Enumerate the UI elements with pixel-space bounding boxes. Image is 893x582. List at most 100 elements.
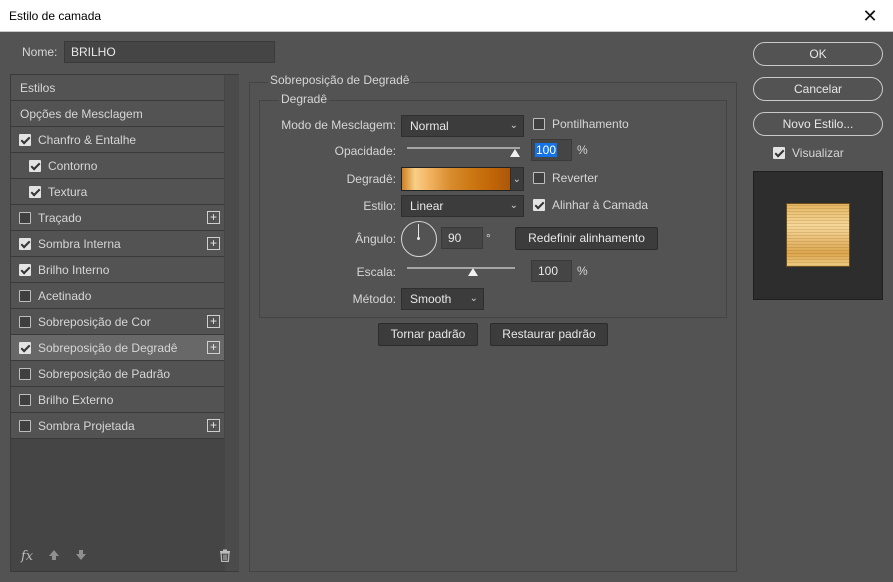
sidebar-item-contorno[interactable]: Contorno — [11, 153, 224, 179]
window-title: Estilo de camada — [9, 9, 102, 23]
add-effect-plus-icon[interactable]: + — [207, 315, 220, 328]
sidebar-item-textura[interactable]: Textura — [11, 179, 224, 205]
sidebar-item-brilho-externo[interactable]: Brilho Externo — [11, 387, 224, 413]
preview-checkbox[interactable] — [773, 147, 785, 159]
gradient-swatch[interactable] — [401, 167, 511, 191]
sidebar-item-estilos[interactable]: Estilos — [11, 75, 224, 101]
reset-default-button[interactable]: Restaurar padrão — [490, 323, 608, 346]
close-icon[interactable]: ✕ — [847, 0, 893, 32]
sidebar-item-label: Contorno — [48, 159, 98, 173]
angle-unit: ° — [486, 231, 491, 245]
section-title: Sobreposição de Degradê — [268, 73, 412, 87]
method-label: Método: — [352, 292, 396, 306]
dither-label: Pontilhamento — [552, 117, 629, 131]
sidebar-item-checkbox[interactable] — [19, 290, 31, 302]
reset-alignment-button[interactable]: Redefinir alinhamento — [515, 227, 658, 250]
blend-mode-value: Normal — [410, 119, 449, 133]
dither-checkbox[interactable] — [533, 118, 545, 130]
scale-slider-track[interactable] — [407, 267, 515, 269]
add-effect-plus-icon[interactable]: + — [207, 211, 220, 224]
sidebar-item-label: Traçado — [38, 211, 82, 225]
chevron-down-icon: ⌄ — [512, 174, 521, 185]
sidebar-item-sobreposição-de-cor[interactable]: Sobreposição de Cor + — [11, 309, 224, 335]
trash-icon[interactable] — [219, 549, 231, 565]
angle-dial[interactable] — [401, 221, 437, 257]
scale-slider-thumb[interactable] — [468, 268, 478, 276]
opacity-unit: % — [577, 143, 588, 157]
chevron-down-icon: ⌄ — [509, 200, 518, 211]
sidebar-item-acetinado[interactable]: Acetinado — [11, 283, 224, 309]
sidebar-item-label: Sobreposição de Degradê — [38, 341, 178, 355]
sidebar-item-label: Brilho Interno — [38, 263, 110, 277]
gradient-picker-dropdown[interactable]: ⌄ — [510, 167, 524, 191]
sidebar-item-label: Acetinado — [38, 289, 92, 303]
make-default-button[interactable]: Tornar padrão — [378, 323, 478, 346]
sidebar-item-label: Sombra Projetada — [38, 419, 135, 433]
preview-swatch — [786, 203, 850, 267]
sidebar-item-checkbox[interactable] — [29, 186, 41, 198]
sidebar-item-checkbox[interactable] — [19, 212, 31, 224]
sidebar-item-checkbox[interactable] — [19, 420, 31, 432]
name-input[interactable]: BRILHO — [64, 41, 275, 63]
opacity-slider-thumb[interactable] — [510, 149, 520, 157]
sidebar-item-sombra-projetada[interactable]: Sombra Projetada + — [11, 413, 224, 439]
style-preview — [753, 171, 883, 300]
method-value: Smooth — [410, 292, 452, 306]
scale-input[interactable]: 100 — [531, 260, 572, 282]
sidebar-item-brilho-interno[interactable]: Brilho Interno — [11, 257, 224, 283]
new-style-button[interactable]: Novo Estilo... — [753, 112, 883, 136]
fx-icon[interactable]: fx — [21, 549, 33, 564]
reverse-checkbox[interactable] — [533, 172, 545, 184]
add-effect-plus-icon[interactable]: + — [207, 237, 220, 250]
sidebar-item-checkbox[interactable] — [19, 316, 31, 328]
sidebar-item-label: Sobreposição de Cor — [38, 315, 151, 329]
style-label: Estilo: — [363, 199, 396, 213]
sidebar-item-chanfro-entalhe[interactable]: Chanfro & Entalhe — [11, 127, 224, 153]
gradient-label: Degradê: — [346, 172, 396, 186]
sidebar-item-checkbox[interactable] — [29, 160, 41, 172]
sidebar-item-sobreposição-de-degradê[interactable]: Sobreposição de Degradê + — [11, 335, 224, 361]
align-layer-checkbox[interactable] — [533, 199, 545, 211]
sidebar-item-label: Estilos — [20, 81, 56, 95]
opacity-value: 100 — [535, 143, 558, 157]
chevron-down-icon: ⌄ — [469, 293, 478, 304]
name-label: Nome: — [22, 45, 58, 59]
sidebar-item-checkbox[interactable] — [19, 394, 31, 406]
sidebar-item-label: Brilho Externo — [38, 393, 114, 407]
arrow-down-icon[interactable] — [75, 549, 87, 564]
sidebar-item-label: Sombra Interna — [38, 237, 121, 251]
blend-mode-label: Modo de Mesclagem: — [281, 118, 396, 132]
align-layer-label: Alinhar à Camada — [552, 198, 649, 212]
add-effect-plus-icon[interactable]: + — [207, 341, 220, 354]
angle-input[interactable]: 90 — [441, 227, 483, 249]
style-value: Linear — [410, 199, 444, 213]
arrow-up-icon[interactable] — [48, 549, 60, 564]
sidebar-item-checkbox[interactable] — [19, 368, 31, 380]
opacity-input[interactable]: 100 — [531, 139, 572, 161]
add-effect-plus-icon[interactable]: + — [207, 419, 220, 432]
sidebar-item-sombra-interna[interactable]: Sombra Interna + — [11, 231, 224, 257]
sidebar-item-label: Sobreposição de Padrão — [38, 367, 171, 381]
title-bar: Estilo de camada ✕ — [0, 0, 893, 32]
sidebar-item-traçado[interactable]: Traçado + — [11, 205, 224, 231]
style-select[interactable]: Linear ⌄ — [401, 195, 524, 217]
sidebar-item-sobreposição-de-padrão[interactable]: Sobreposição de Padrão — [11, 361, 224, 387]
styles-list-scrollbar[interactable] — [225, 75, 239, 571]
blend-mode-select[interactable]: Normal ⌄ — [401, 115, 524, 137]
sidebar-item-checkbox[interactable] — [19, 264, 31, 276]
preview-label: Visualizar — [792, 146, 844, 160]
sidebar-item-checkbox[interactable] — [19, 238, 31, 250]
method-select[interactable]: Smooth ⌄ — [401, 288, 484, 310]
cancel-button[interactable]: Cancelar — [753, 77, 883, 101]
chevron-down-icon: ⌄ — [509, 120, 518, 131]
reverse-label: Reverter — [552, 171, 599, 185]
opacity-slider-track[interactable] — [407, 147, 520, 149]
sidebar-item-checkbox[interactable] — [19, 342, 31, 354]
sidebar-item-checkbox[interactable] — [19, 134, 31, 146]
ok-button[interactable]: OK — [753, 42, 883, 66]
sidebar-item-label: Opções de Mesclagem — [20, 107, 143, 121]
angle-label: Ângulo: — [355, 232, 396, 246]
sidebar-item-opções-de-mesclagem[interactable]: Opções de Mesclagem — [11, 101, 224, 127]
styles-list: Estilos Opções de Mesclagem Chanfro & Enta… — [10, 74, 239, 572]
sidebar-item-label: Chanfro & Entalhe — [38, 133, 137, 147]
